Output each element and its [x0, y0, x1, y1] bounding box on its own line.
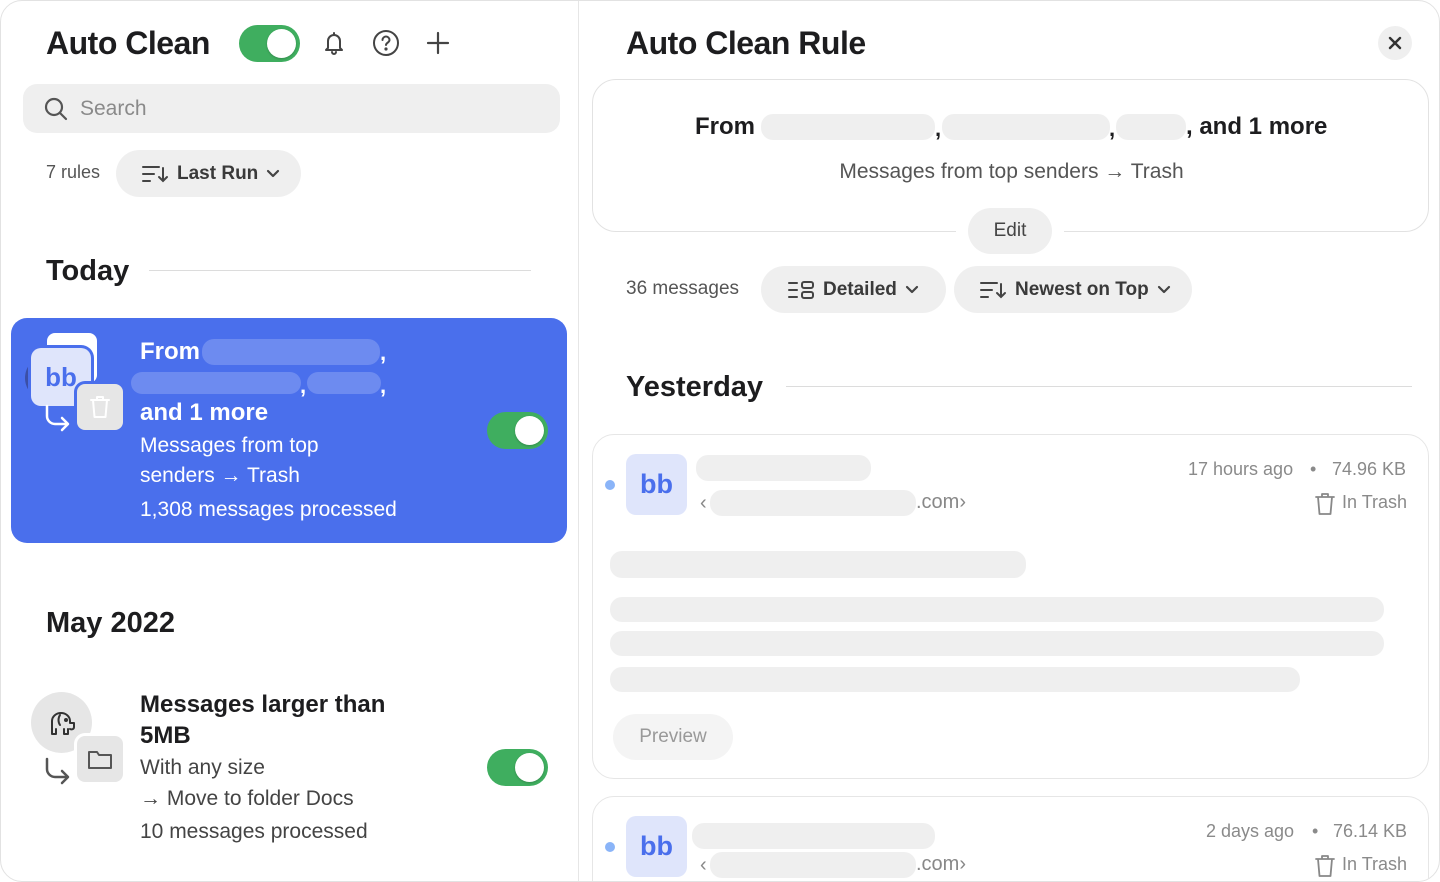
rule-enabled-toggle[interactable]: [487, 412, 548, 449]
summary-from-label: From: [695, 113, 755, 140]
redacted-body-line: [610, 631, 1384, 656]
sort-icon: [980, 281, 1006, 298]
search-input[interactable]: [80, 84, 540, 133]
message-status: In Trash: [1342, 492, 1408, 512]
sort-order-label: Newest on Top: [1015, 278, 1149, 300]
trash-icon: [77, 384, 123, 430]
rule-description: Messages from top: [140, 434, 319, 457]
redacted-sender: [131, 372, 301, 394]
section-title-may-2022: May 2022: [46, 607, 175, 639]
chevron-down-icon: [1157, 285, 1170, 293]
redacted-subject: [610, 551, 1026, 578]
view-mode-label: Detailed: [823, 278, 897, 300]
section-title-yesterday: Yesterday: [626, 371, 764, 403]
detail-title: Auto Clean Rule: [626, 25, 866, 61]
rule-title: 5MB: [140, 722, 191, 749]
redacted-sender: [307, 372, 381, 394]
message-count: 36 messages: [626, 278, 740, 299]
redacted-sender-email: [710, 852, 916, 878]
message-time: 2 days ago: [1206, 821, 1295, 841]
arrow-icon: [45, 757, 70, 785]
view-mode-dropdown[interactable]: Detailed: [761, 266, 946, 313]
rule-enabled-toggle[interactable]: [487, 749, 548, 786]
redacted-sender: [202, 339, 380, 365]
add-rule-icon[interactable]: [422, 27, 454, 59]
summary-more-label: , and 1 more: [1186, 113, 1328, 140]
sort-label: Last Run: [177, 162, 259, 184]
redacted-sender: [1116, 114, 1186, 140]
trash-icon: [1315, 493, 1335, 515]
section-title-today: Today: [46, 255, 130, 287]
rule-description: With any size: [140, 756, 265, 779]
unread-indicator: [605, 480, 615, 490]
detailed-view-icon: [788, 280, 814, 299]
avatar: bb: [626, 816, 687, 877]
redacted-sender-email: [710, 490, 916, 516]
redacted-body-line: [610, 597, 1384, 622]
message-size: 74.96 KB: [1332, 459, 1407, 479]
message-status: In Trash: [1342, 854, 1408, 874]
edit-rule-button[interactable]: Edit: [968, 208, 1052, 254]
rules-sidebar: Auto Clean 7 rules: [1, 1, 579, 881]
rules-count: 7 rules: [46, 162, 101, 182]
section-divider: [786, 386, 1412, 387]
rule-more-label: and 1 more: [140, 399, 269, 426]
rule-title: Messages larger than: [140, 691, 386, 718]
summary-description: Messages from top senders → Trash: [839, 160, 1184, 183]
message-card[interactable]: bb ‹ .com› 2 days ago • 76.14 KB In Tras…: [592, 796, 1429, 881]
redacted-sender-name: [692, 823, 935, 849]
rule-description: senders → Trash: [140, 464, 300, 487]
sender-domain: .com›: [916, 853, 966, 875]
auto-clean-master-toggle[interactable]: [239, 25, 300, 62]
close-button[interactable]: [1378, 26, 1412, 60]
arrow-icon: [45, 404, 70, 432]
trash-icon: [1315, 855, 1335, 877]
sort-dropdown[interactable]: Last Run: [116, 150, 301, 197]
folder-icon: [77, 736, 123, 782]
rule-from-label: From: [140, 338, 200, 365]
redacted-sender-name: [696, 455, 871, 481]
app-window: Auto Clean 7 rules: [0, 0, 1440, 882]
redacted-body-line: [610, 667, 1300, 692]
help-icon[interactable]: [370, 27, 402, 59]
rule-processed-count: 10 messages processed: [140, 820, 368, 843]
section-divider: [149, 270, 531, 271]
redacted-sender: [761, 114, 935, 140]
rule-processed-count: 1,308 messages processed: [140, 498, 397, 521]
preview-button[interactable]: Preview: [613, 714, 733, 760]
sort-order-dropdown[interactable]: Newest on Top: [954, 266, 1192, 313]
search-bar[interactable]: [23, 84, 560, 133]
redacted-sender: [942, 114, 1110, 140]
chevron-down-icon: [267, 169, 280, 177]
sender-domain: .com›: [916, 491, 966, 513]
message-card[interactable]: bb ‹ .com› 17 hours ago • 74.96 KB In Tr…: [592, 434, 1429, 779]
chevron-down-icon: [905, 285, 919, 293]
close-icon: [1388, 36, 1402, 50]
app-title: Auto Clean: [46, 25, 210, 61]
message-time: 17 hours ago: [1188, 459, 1294, 479]
sort-icon: [142, 165, 168, 182]
bell-icon[interactable]: [318, 27, 350, 59]
unread-indicator: [605, 842, 615, 852]
avatar: bb: [626, 454, 687, 515]
rule-card-top-senders[interactable]: bb From , , , and 1 more Messages from t…: [11, 318, 567, 543]
message-size: 76.14 KB: [1333, 821, 1408, 841]
search-icon: [44, 97, 68, 121]
rule-description: → Move to folder Docs: [140, 787, 354, 810]
